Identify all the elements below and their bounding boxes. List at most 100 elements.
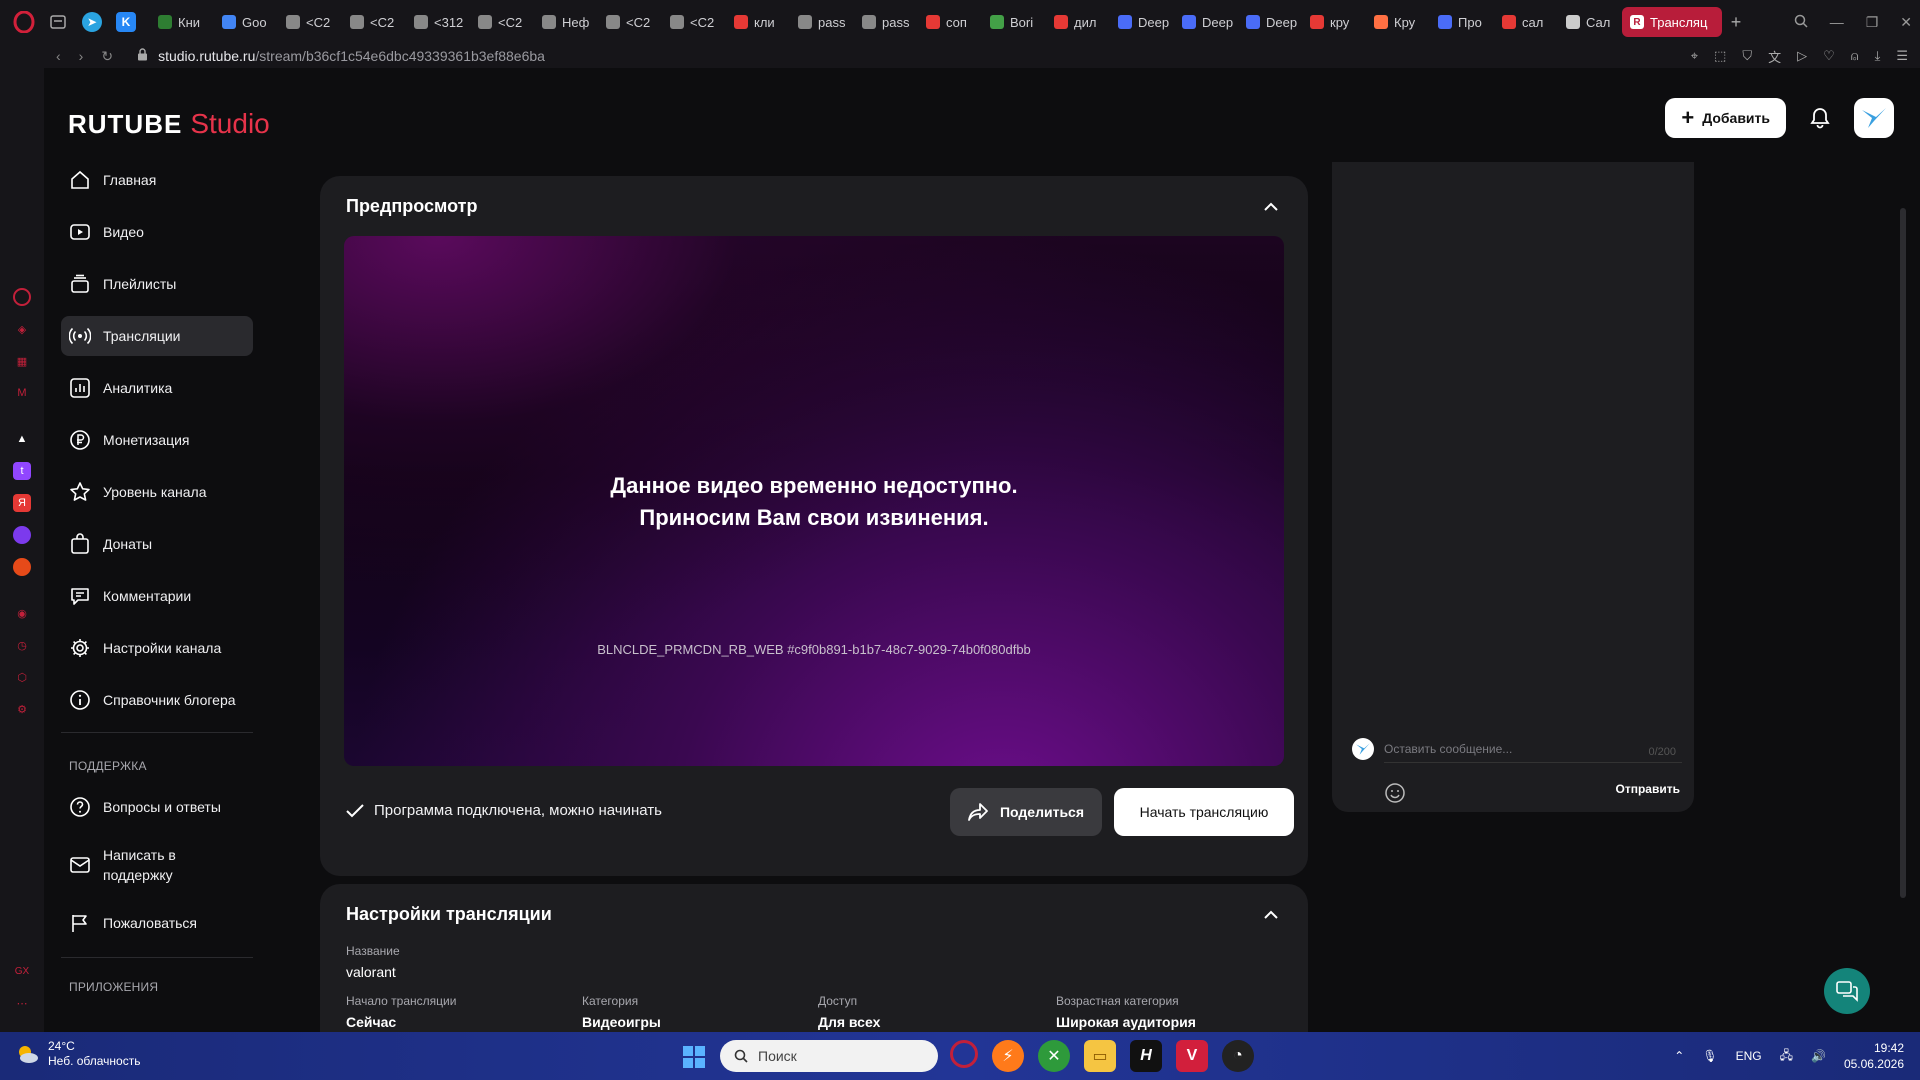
sidebar-bag-icon[interactable]: ◈ <box>13 320 31 338</box>
browser-tab[interactable]: сал <box>1494 7 1558 37</box>
restore-icon[interactable]: ❐ <box>1866 14 1879 31</box>
app-h-taskbar-icon[interactable]: H <box>1130 1040 1162 1072</box>
windows-start-icon[interactable] <box>682 1045 706 1069</box>
sidebar-item-ruble[interactable]: Монетизация <box>61 420 253 460</box>
browser-tab[interactable]: Кни <box>150 7 214 37</box>
sidebar-settings-icon[interactable]: ⚙ <box>13 700 31 718</box>
xbox-taskbar-icon[interactable]: ✕ <box>1038 1040 1070 1072</box>
sidebar-mail-icon[interactable]: M <box>13 384 31 402</box>
play-icon[interactable]: ▷ <box>1797 48 1807 64</box>
sidebar-item-analytics[interactable]: Аналитика <box>61 368 253 408</box>
sidebar-item-home[interactable]: Главная <box>61 160 253 200</box>
vk-icon[interactable]: K <box>116 12 136 32</box>
browser-tab[interactable]: Кру <box>1366 7 1430 37</box>
browser-tab[interactable]: <C2 <box>342 7 406 37</box>
file-explorer-taskbar-icon[interactable]: ▭ <box>1084 1040 1116 1072</box>
sidebar-item-broadcast[interactable]: Трансляции <box>61 316 253 356</box>
sidebar-item-flag[interactable]: Пожаловаться <box>61 903 253 943</box>
tray-overflow-icon[interactable]: ⌃ <box>1674 1049 1684 1063</box>
browser-tab[interactable]: Deep <box>1174 7 1238 37</box>
weather-widget[interactable]: 24°C Неб. облачность <box>14 1039 140 1069</box>
help-chat-button[interactable] <box>1824 968 1870 1014</box>
sidebar-extensions-icon[interactable]: ⬡ <box>13 668 31 686</box>
browser-tab[interactable]: pass <box>854 7 918 37</box>
browser-tab[interactable]: Deep <box>1110 7 1174 37</box>
browser-tab[interactable]: Bori <box>982 7 1046 37</box>
download-icon[interactable]: ⤓ <box>1875 48 1881 64</box>
microphone-icon[interactable]: 🎙 <box>1702 1049 1717 1063</box>
pin-icon[interactable]: ⌖ <box>1691 48 1698 64</box>
vivaldi-taskbar-icon[interactable]: V <box>1176 1040 1208 1072</box>
sidebar-item-star[interactable]: Уровень канала <box>61 472 253 512</box>
emoji-icon[interactable] <box>1384 782 1406 804</box>
sidebar-player-icon[interactable]: ◉ <box>13 604 31 622</box>
browser-tab[interactable]: <312 <box>406 7 470 37</box>
browser-tab[interactable]: Deep <box>1238 7 1302 37</box>
telegram-icon[interactable]: ➤ <box>82 12 102 32</box>
network-icon[interactable]: 🖧 <box>1780 1046 1793 1067</box>
tab-search-icon[interactable] <box>48 12 68 32</box>
browser-tab[interactable]: <C2 <box>278 7 342 37</box>
add-button[interactable]: + Добавить <box>1665 98 1786 138</box>
sidebar-history-icon[interactable]: ◷ <box>13 636 31 654</box>
forward-icon[interactable]: › <box>79 48 84 65</box>
user-avatar[interactable] <box>1854 98 1894 138</box>
volume-icon[interactable]: 🔊 <box>1811 1049 1826 1063</box>
collapse-chevron-up-icon[interactable] <box>1262 198 1280 216</box>
sidebar-twitch-icon[interactable]: t <box>13 462 31 480</box>
browser-tab[interactable]: кли <box>726 7 790 37</box>
shield-icon[interactable]: ⛉ <box>1742 48 1752 64</box>
sidebar-yandex-icon[interactable]: Я <box>13 494 31 512</box>
tab-active[interactable]: R Трансляц <box>1622 7 1722 37</box>
close-icon[interactable]: ✕ <box>1900 14 1912 31</box>
reload-icon[interactable]: ↻ <box>101 48 113 65</box>
sidebar-item-gear[interactable]: Настройки канала <box>61 628 253 668</box>
snapshot-icon[interactable]: ⬚ <box>1714 48 1726 64</box>
sidebar-gx-icon[interactable]: GX <box>13 962 31 980</box>
page-scrollbar[interactable] <box>1900 208 1906 898</box>
search-tabs-icon[interactable] <box>1794 14 1808 31</box>
back-icon[interactable]: ‹ <box>56 48 61 65</box>
browser-tab[interactable]: соп <box>918 7 982 37</box>
url-field[interactable]: studio.rutube.ru/stream/b36cf1c54e6dbc49… <box>137 48 545 64</box>
minimize-icon[interactable]: — <box>1830 14 1844 30</box>
browser-tab[interactable]: pass <box>790 7 854 37</box>
start-broadcast-button[interactable]: Начать трансляцию <box>1114 788 1294 836</box>
share-button[interactable]: Поделиться <box>950 788 1102 836</box>
clock[interactable]: 19:42 05.06.2026 <box>1844 1040 1904 1072</box>
sidebar-aria-icon[interactable]: ▲ <box>13 430 31 448</box>
app-orange-taskbar-icon[interactable]: ⚡ <box>992 1040 1024 1072</box>
notifications-bell-icon[interactable] <box>1806 104 1834 132</box>
sidebar-item-video[interactable]: Видео <box>61 212 253 252</box>
sidebar-item-info[interactable]: Справочник блогера <box>61 680 253 720</box>
sidebar-speeddial-icon[interactable] <box>13 288 31 306</box>
browser-tab[interactable]: Сал <box>1558 7 1622 37</box>
sidebar-item-comment[interactable]: Комментарии <box>61 576 253 616</box>
rutube-studio-logo[interactable]: RUTUBE Studio <box>68 108 270 140</box>
sidebar-item-mail[interactable]: Написать в поддержку <box>61 839 253 891</box>
browser-tab[interactable]: кру <box>1302 7 1366 37</box>
taskbar-search[interactable] <box>720 1040 938 1072</box>
new-tab-icon[interactable]: + <box>1722 8 1750 36</box>
browser-tab[interactable]: Неф <box>534 7 598 37</box>
video-player[interactable]: Данное видео временно недоступно. Принос… <box>344 236 1284 766</box>
sidebar-media-icon[interactable]: ▦ <box>13 352 31 370</box>
language-indicator[interactable]: ENG <box>1736 1049 1762 1063</box>
browser-tab[interactable]: дил <box>1046 7 1110 37</box>
browser-tab[interactable]: <C2 <box>470 7 534 37</box>
translate-icon[interactable]: 文 <box>1768 47 1781 66</box>
chat-message-input[interactable] <box>1384 735 1682 763</box>
sidebar-item-playlist[interactable]: Плейлисты <box>61 264 253 304</box>
browser-tab[interactable]: <C2 <box>598 7 662 37</box>
sidebar-app-icon[interactable] <box>13 558 31 576</box>
chat-send-button[interactable]: Отправить <box>1616 782 1680 796</box>
taskbar-search-input[interactable] <box>758 1048 918 1064</box>
obs-taskbar-icon[interactable]: ◔ <box>1222 1040 1254 1072</box>
sidebar-more-icon[interactable]: ⋯ <box>13 994 31 1012</box>
browser-tab[interactable]: Про <box>1430 7 1494 37</box>
sidebar-alice-icon[interactable] <box>13 526 31 544</box>
sidebar-item-bag[interactable]: Донаты <box>61 524 253 564</box>
opera-logo-icon[interactable] <box>0 0 48 44</box>
heart-icon[interactable]: ♡ <box>1823 48 1835 64</box>
menu-icon[interactable]: ☰ <box>1896 48 1908 64</box>
